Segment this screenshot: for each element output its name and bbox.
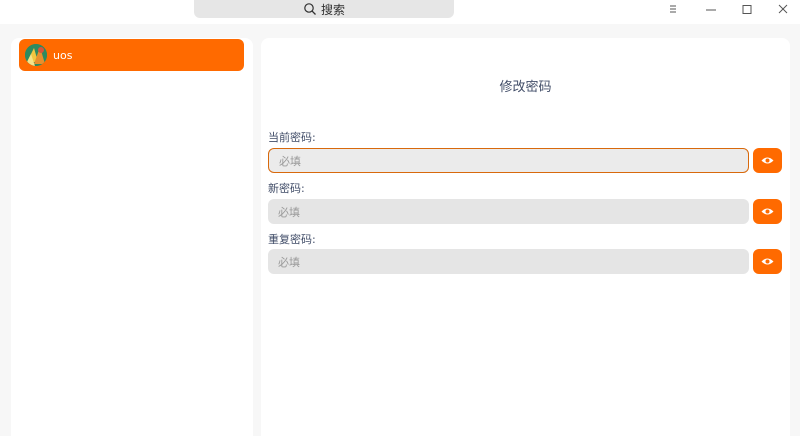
show-new-password-button[interactable] (753, 199, 782, 224)
eye-icon (761, 258, 774, 265)
minimize-button[interactable] (696, 0, 726, 18)
new-password-label: 新密码: (268, 182, 305, 195)
menu-button[interactable] (658, 0, 688, 18)
close-icon (778, 4, 788, 14)
show-current-password-button[interactable] (753, 148, 782, 173)
page-title: 修改密码 (499, 80, 552, 95)
change-password-panel: 修改密码 当前密码: 必填 新密码: 必填 重复密码: 必填 (261, 38, 790, 436)
user-list-panel: uos (11, 38, 253, 436)
repeat-password-label: 重复密码: (268, 233, 316, 246)
show-repeat-password-button[interactable] (753, 249, 782, 274)
avatar-image (25, 44, 47, 66)
new-password-field[interactable]: 必填 (268, 199, 749, 224)
search-label: 搜索 (320, 2, 345, 17)
repeat-password-field[interactable]: 必填 (268, 249, 749, 274)
maximize-button[interactable] (732, 0, 762, 18)
title-bar: 搜索 (0, 0, 800, 24)
search-box[interactable]: 搜索 (194, 0, 454, 18)
minimize-icon (706, 9, 716, 11)
current-password-label: 当前密码: (268, 131, 316, 144)
search-icon (304, 3, 316, 15)
current-password-placeholder: 必填 (279, 154, 301, 168)
eye-icon (761, 157, 774, 164)
user-name: uos (53, 48, 73, 62)
current-password-field[interactable]: 必填 (268, 148, 749, 173)
close-button[interactable] (768, 0, 798, 18)
user-item-uos[interactable]: uos (19, 39, 244, 71)
repeat-password-placeholder: 必填 (278, 255, 300, 269)
menu-icon (670, 5, 676, 13)
eye-icon (761, 208, 774, 215)
new-password-placeholder: 必填 (278, 205, 300, 219)
avatar (25, 44, 47, 66)
maximize-icon (742, 5, 752, 14)
